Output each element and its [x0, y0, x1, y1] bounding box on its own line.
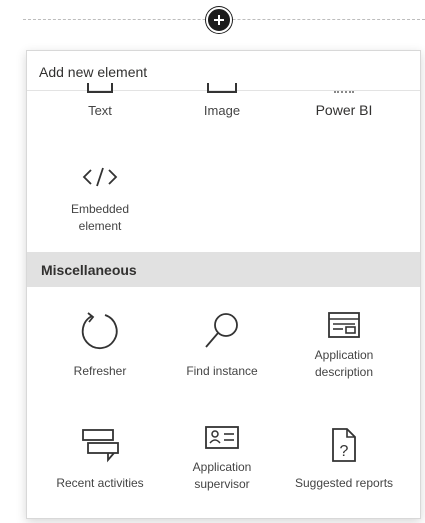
add-element-panel: Add new element Text Image Power BI Embe… [26, 50, 421, 519]
element-image[interactable]: Image [157, 83, 287, 119]
search-icon [157, 309, 287, 353]
refresh-icon [35, 309, 165, 353]
element-application-supervisor-label: Application supervisor [192, 460, 252, 491]
element-image-label: Image [203, 103, 241, 118]
element-embedded-label: Embedded element [70, 202, 130, 233]
element-find-instance-label: Find instance [186, 364, 258, 378]
element-text-label: Text [88, 103, 112, 118]
svg-text:?: ? [340, 443, 349, 460]
element-refresher[interactable]: Refresher [35, 309, 165, 380]
element-find-instance[interactable]: Find instance [157, 309, 287, 380]
element-suggested-reports[interactable]: ? Suggested reports [279, 423, 409, 492]
element-power-bi-label: Power BI [315, 102, 373, 118]
power-bi-icon [334, 83, 354, 93]
element-text[interactable]: Text [35, 83, 165, 119]
contact-card-icon [157, 423, 287, 453]
code-icon [35, 159, 165, 195]
element-recent-activities-label: Recent activities [56, 476, 144, 490]
element-suggested-reports-label: Suggested reports [294, 476, 394, 490]
section-miscellaneous: Miscellaneous [27, 252, 420, 287]
element-application-supervisor[interactable]: Application supervisor [157, 423, 287, 493]
image-icon [207, 83, 237, 93]
text-icon [87, 83, 113, 93]
element-recent-activities[interactable]: Recent activities [35, 423, 165, 492]
element-power-bi[interactable]: Power BI [279, 83, 409, 119]
document-question-icon: ? [279, 423, 409, 467]
element-application-description[interactable]: Application description [279, 309, 409, 381]
element-embedded[interactable]: Embedded element [35, 159, 165, 235]
add-element-icon[interactable] [206, 7, 232, 33]
application-description-icon [279, 309, 409, 343]
element-refresher-label: Refresher [73, 364, 127, 378]
chat-icon [35, 423, 165, 467]
element-application-description-label: Application description [314, 348, 374, 379]
